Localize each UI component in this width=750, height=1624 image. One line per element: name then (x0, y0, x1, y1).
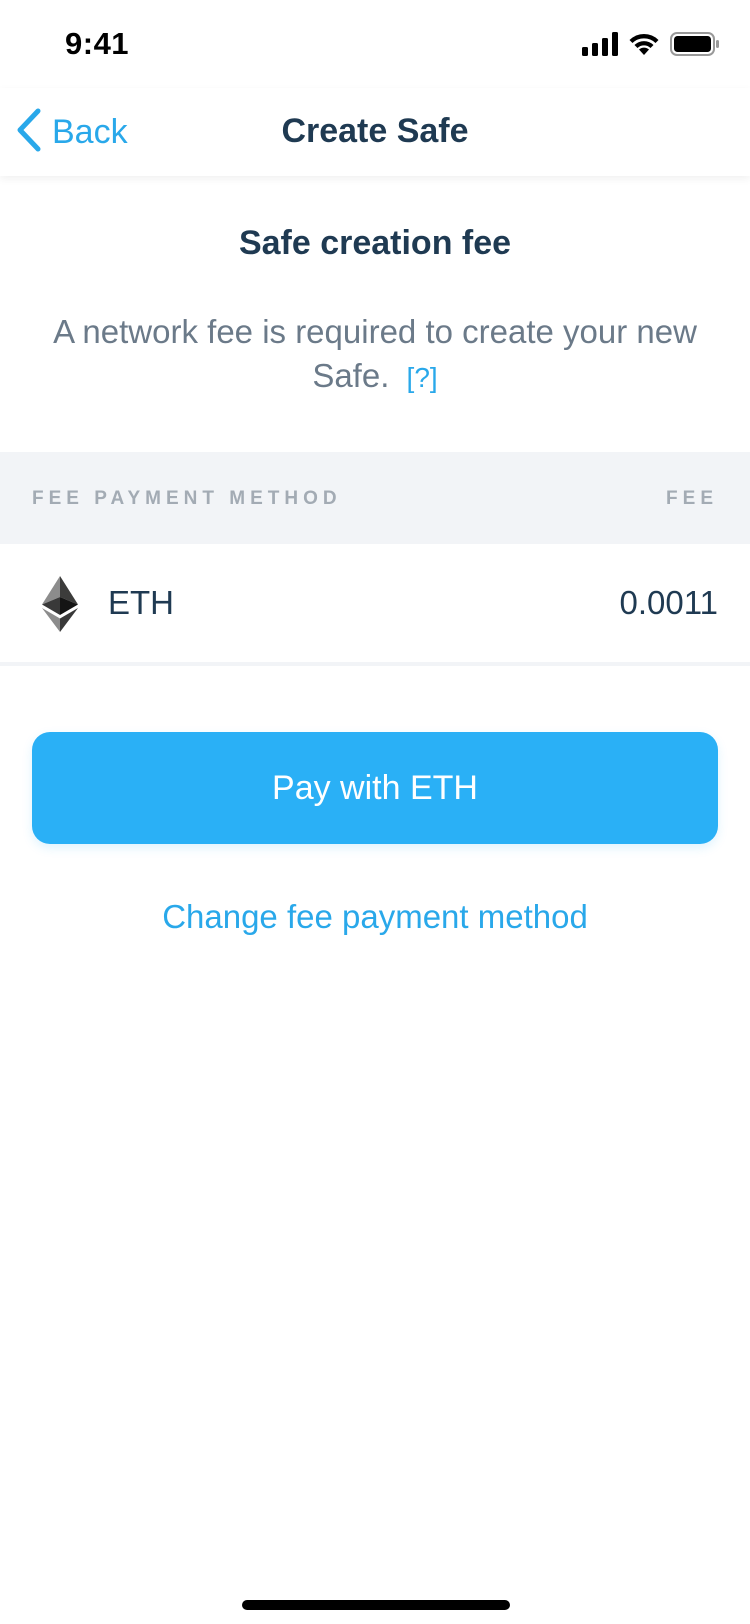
create-safe-screen: 9:41 Back Create Safe Safe creation fee … (0, 0, 750, 1624)
wifi-icon (628, 32, 660, 61)
status-bar: 9:41 (0, 0, 750, 88)
navigation-bar: Back Create Safe (0, 88, 750, 176)
fee-row-eth[interactable]: ETH 0.0011 (0, 544, 750, 666)
status-time: 9:41 (65, 26, 130, 61)
ethereum-icon (42, 576, 78, 637)
change-fee-payment-method-link[interactable]: Change fee payment method (0, 898, 750, 936)
pay-button-label: Pay with ETH (272, 768, 478, 807)
token-name: ETH (108, 584, 174, 621)
header-fee: FEE (666, 488, 718, 509)
pay-button[interactable]: Pay with ETH (32, 732, 718, 844)
fee-description: A network fee is required to create your… (30, 310, 720, 400)
battery-icon (670, 32, 720, 61)
fee-description-text: A network fee is required to create your… (53, 313, 697, 394)
fee-table-header: FEE PAYMENT METHOD FEE (0, 452, 750, 544)
fee-value: 0.0011 (619, 584, 718, 621)
cellular-signal-icon (582, 32, 618, 61)
home-indicator[interactable] (242, 1600, 510, 1610)
help-link[interactable]: [?] (407, 362, 438, 393)
header-fee-payment-method: FEE PAYMENT METHOD (32, 488, 342, 509)
section-title: Safe creation fee (238, 224, 512, 262)
page-title: Create Safe (281, 112, 469, 150)
status-icons (582, 32, 720, 61)
